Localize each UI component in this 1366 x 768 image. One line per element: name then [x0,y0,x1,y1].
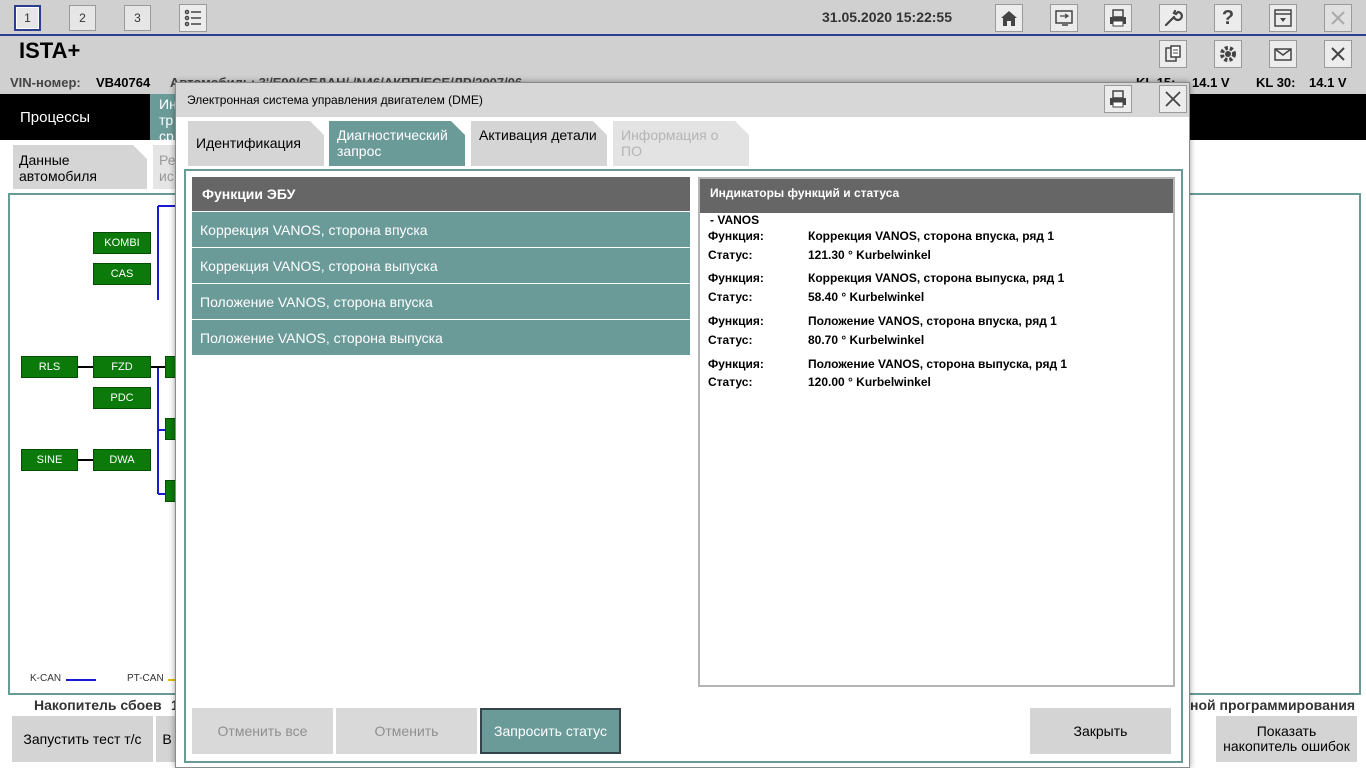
dialog-title: Электронная система управления двигателе… [187,93,483,107]
top-nav-bar-right [1190,94,1366,140]
status-label: Статус: [708,248,753,262]
cancel-all-button: Отменить все [192,708,333,754]
status-label: Статус: [708,290,753,304]
ecu-dwa[interactable]: DWA [93,449,151,471]
function-value: Коррекция VANOS, сторона впуска, ряд 1 [808,229,1054,243]
function-value: Положение VANOS, сторона выпуска, ряд 1 [808,357,1068,371]
ecu-sine[interactable]: SINE [21,449,78,471]
fault-memory-label: Накопитель сбоев [34,697,162,713]
show-fault-memory-button[interactable]: Показать накопитель ошибок [1216,716,1357,762]
function-item-exhaust-position[interactable]: Положение VANOS, сторона выпуска [192,320,690,355]
printer-icon[interactable] [1104,4,1132,32]
function-label: Функция: [708,229,764,243]
ecu-kombi[interactable]: KOMBI [93,232,151,254]
status-header: Индикаторы функций и статуса [700,179,1173,213]
run-vehicle-test-button[interactable]: Запустить тест т/с [12,716,153,762]
ecu-rls[interactable]: RLS [21,356,78,378]
workspace-tab-3[interactable]: 3 [124,5,151,31]
function-item-exhaust-correction[interactable]: Коррекция VANOS, сторона выпуска [192,248,690,283]
status-label: Статус: [708,333,753,347]
datetime: 31.05.2020 15:22:55 [822,9,952,25]
status-value: 120.00 ° Kurbelwinkel [808,375,931,389]
function-item-intake-position[interactable]: Положение VANOS, сторона впуска [192,284,690,319]
tab-identification[interactable]: Идентификация [188,121,324,166]
dme-dialog: Электронная система управления двигателе… [175,82,1190,768]
vehicle-data-tab[interactable]: Данные автомобиля [13,145,147,189]
help-icon[interactable]: ? [1214,4,1242,32]
tab-component-activation[interactable]: Активация детали [471,121,607,166]
document-icon[interactable] [1159,40,1187,68]
list-icon[interactable] [179,4,207,32]
cancel-button: Отменить [336,708,477,754]
kl15-value: 14.1 V [1192,75,1230,90]
function-label: Функция: [708,314,764,328]
close-button[interactable]: Закрыть [1030,708,1171,754]
printer-icon[interactable] [1104,85,1132,113]
processes-tab[interactable]: Процессы [0,94,150,140]
vin-label: VIN-номер: [10,75,81,90]
ecu-fzd[interactable]: FZD [93,356,151,378]
app-title: ISTA+ [19,38,81,63]
status-group: - VANOS [710,213,760,227]
workspace-tab-1[interactable]: 1 [14,5,41,31]
close-dialog-icon[interactable] [1159,85,1187,113]
status-value: 58.40 ° Kurbelwinkel [808,290,925,304]
legend-kcan: K-CAN [30,673,62,684]
programming-label: ной программирования [1190,697,1356,713]
status-label: Статус: [708,375,753,389]
close-app-icon[interactable] [1324,40,1352,68]
function-value: Коррекция VANOS, сторона выпуска, ряд 1 [808,271,1065,285]
request-status-button[interactable]: Запросить статус [480,708,621,754]
tab-software-info: Информация о ПО [613,121,749,166]
function-item-intake-correction[interactable]: Коррекция VANOS, сторона впуска [192,212,690,247]
function-label: Функция: [708,271,764,285]
status-value: 80.70 ° Kurbelwinkel [808,333,925,347]
function-value: Положение VANOS, сторона впуска, ряд 1 [808,314,1057,328]
kl30-value: 14.1 V [1309,75,1347,90]
function-label: Функция: [708,357,764,371]
mail-icon[interactable] [1269,40,1297,68]
switch-icon[interactable] [1050,4,1078,32]
vin-value: VB40764 [96,75,151,90]
legend-ptcan: PT-CAN [127,673,164,684]
ecu-cas[interactable]: CAS [93,263,151,285]
wrench-icon[interactable] [1159,4,1187,32]
tab-diagnostic-request[interactable]: Диагностический запрос [329,121,465,166]
workspace-tab-2[interactable]: 2 [69,5,96,31]
status-panel [698,177,1175,687]
status-value: 121.30 ° Kurbelwinkel [808,248,931,262]
ecu-functions-header: Функции ЭБУ [192,177,690,211]
ecu-pdc[interactable]: PDC [93,387,151,409]
kl30-label: KL 30: [1256,75,1296,90]
gear-icon[interactable] [1214,40,1242,68]
legend-kcan-line [66,679,96,681]
close-icon[interactable] [1324,4,1352,32]
download-icon[interactable] [1269,4,1297,32]
home-icon[interactable] [995,4,1023,32]
